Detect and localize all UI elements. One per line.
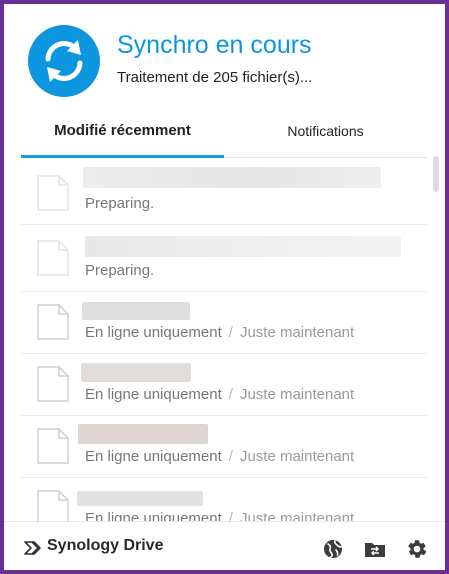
file-status: Preparing. bbox=[85, 195, 155, 212]
file-icon bbox=[37, 304, 69, 340]
list-item[interactable]: Preparing. bbox=[21, 225, 427, 292]
file-status: Preparing. bbox=[85, 262, 155, 279]
list-item[interactable]: En ligne uniquement / Juste maintenant bbox=[21, 416, 427, 478]
recent-files-list[interactable]: Preparing. Preparing. En ligne uniquemen… bbox=[21, 159, 427, 521]
file-status: En ligne uniquement / Juste maintenant bbox=[85, 324, 355, 341]
file-status: En ligne uniquement / Juste maintenant bbox=[85, 448, 355, 465]
tab-notifications[interactable]: Notifications bbox=[224, 112, 427, 158]
list-item[interactable]: Preparing. bbox=[21, 159, 427, 225]
globe-icon[interactable] bbox=[322, 538, 344, 560]
active-tab-indicator bbox=[21, 155, 224, 158]
sync-title: Synchro en cours bbox=[117, 31, 312, 59]
footer-bar: Synology Drive bbox=[4, 521, 445, 570]
file-icon bbox=[37, 175, 69, 211]
brand-name: Synology Drive bbox=[47, 537, 164, 554]
folder-sync-icon[interactable] bbox=[364, 538, 386, 560]
sync-status-panel: Synchro en cours Traitement de 205 fichi… bbox=[4, 4, 445, 570]
file-name-redacted bbox=[77, 491, 203, 506]
file-status: En ligne uniquement / Juste maintenant bbox=[85, 386, 355, 403]
file-icon bbox=[37, 490, 69, 521]
sync-header: Synchro en cours Traitement de 205 fichi… bbox=[4, 4, 445, 114]
file-name-redacted bbox=[78, 424, 208, 444]
sync-subtitle: Traitement de 205 fichier(s)... bbox=[117, 69, 313, 86]
tab-bar: Modifié récemment Notifications bbox=[21, 112, 427, 158]
list-scrollbar[interactable] bbox=[433, 156, 439, 192]
file-name-redacted bbox=[83, 167, 381, 188]
file-icon bbox=[37, 428, 69, 464]
synology-drive-logo-icon bbox=[24, 541, 41, 555]
sync-icon bbox=[28, 25, 100, 97]
file-status: En ligne uniquement / Juste maintenant bbox=[85, 510, 355, 521]
tab-recently-modified[interactable]: Modifié récemment bbox=[21, 112, 224, 158]
list-item[interactable]: En ligne uniquement / Juste maintenant bbox=[21, 292, 427, 354]
list-item[interactable]: En ligne uniquement / Juste maintenant bbox=[21, 478, 427, 521]
gear-icon[interactable] bbox=[406, 538, 428, 560]
file-name-redacted bbox=[81, 363, 191, 382]
file-icon bbox=[37, 240, 69, 276]
file-name-redacted bbox=[85, 236, 401, 257]
list-item[interactable]: En ligne uniquement / Juste maintenant bbox=[21, 354, 427, 416]
file-name-redacted bbox=[82, 302, 190, 320]
file-icon bbox=[37, 366, 69, 402]
